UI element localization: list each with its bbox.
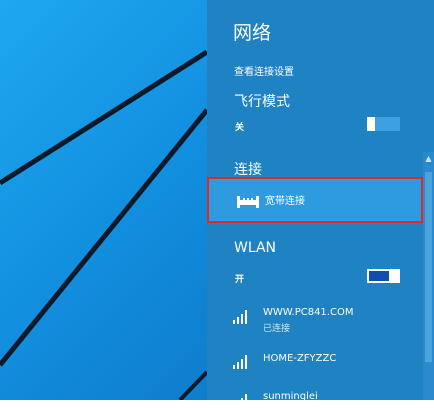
network-flyout: 网络 查看连接设置 飞行模式 关 连接 宽带连接 WLAN 开 WWW.PC84… <box>207 0 434 408</box>
scroll-up-icon[interactable]: ▲ <box>423 152 434 166</box>
connections-title: 连接 <box>234 162 262 178</box>
panel-scrollbar[interactable]: ▲ <box>423 152 434 400</box>
wlan-state-label: 开 <box>235 275 245 285</box>
toggle-thumb <box>367 117 375 131</box>
wifi-network-name: WWW.PC841.COM <box>263 307 354 318</box>
airplane-mode-toggle[interactable] <box>367 117 400 131</box>
wlan-title: WLAN <box>234 240 277 256</box>
wallpaper-lines <box>0 49 207 400</box>
view-connection-settings-link[interactable]: 查看连接设置 <box>234 63 294 78</box>
panel-title: 网络 <box>233 22 272 44</box>
airplane-mode-state-label: 关 <box>235 123 245 133</box>
wifi-signal-icon <box>233 355 249 369</box>
wifi-network-name: sunminglei <box>263 391 318 402</box>
desktop-background <box>0 0 207 400</box>
wifi-network-name: HOME-ZFYZZC <box>263 353 337 364</box>
ethernet-icon <box>237 193 259 212</box>
wlan-toggle[interactable] <box>367 269 400 283</box>
wifi-network-status: 已连接 <box>263 324 291 334</box>
wifi-signal-icon <box>233 394 249 408</box>
scrollbar-thumb[interactable] <box>425 172 432 362</box>
broadband-connection-label: 宽带连接 <box>265 196 305 207</box>
airplane-mode-title: 飞行模式 <box>234 94 290 110</box>
toggle-fill <box>369 271 389 281</box>
broadband-connection-item[interactable]: 宽带连接 <box>207 177 423 223</box>
wifi-signal-icon <box>233 310 249 324</box>
